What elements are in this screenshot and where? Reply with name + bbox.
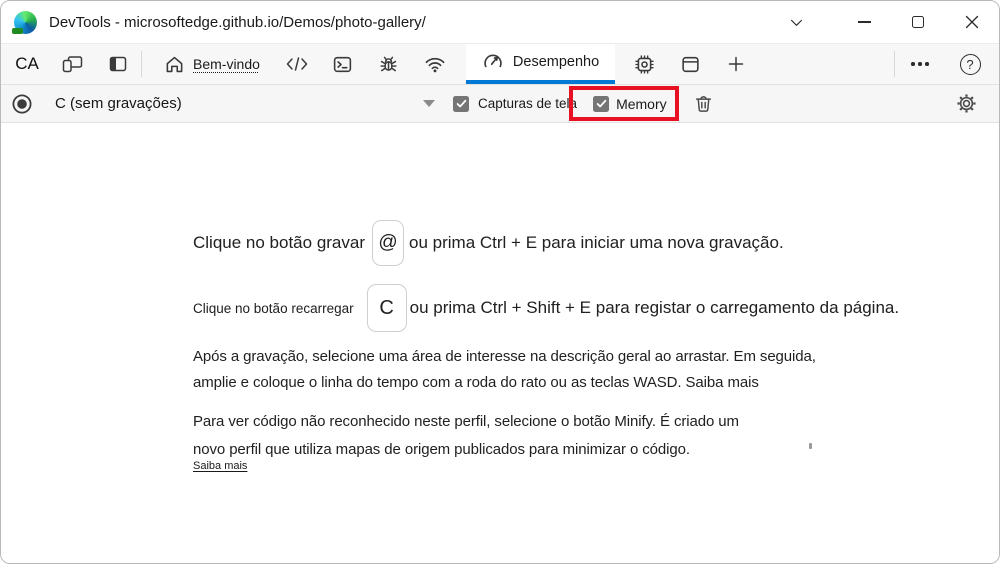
tab-debugger[interactable] [366,44,412,84]
record-hint-suffix: ou prima Ctrl + E para iniciar uma nova … [409,233,784,252]
maximize-button[interactable] [891,1,945,43]
application-icon [680,54,701,75]
close-button[interactable] [945,1,999,43]
edge-dev-logo [12,10,37,34]
capture-settings-button[interactable] [956,93,977,114]
add-tab-icon [726,54,746,74]
record-icon [11,93,33,115]
trash-icon [693,93,714,114]
record-button[interactable] [11,93,33,115]
performance-empty-state: Clique no botão gravar @ ou prima Ctrl +… [1,123,999,563]
screenshots-label[interactable]: Capturas de tela [478,96,577,111]
checkbox-checked-icon [595,97,608,110]
memory-label[interactable]: Memory [616,96,667,112]
console-icon [332,54,353,75]
record-button-glyph[interactable]: @ [372,220,405,266]
more-options-icon [911,62,929,66]
minimize-button[interactable] [837,1,891,43]
add-tab-button[interactable] [713,44,759,84]
memory-chip-icon [634,54,655,75]
tab-performance[interactable]: Desempenho [465,44,616,84]
devtools-toolbar: CA Bem-vindo Desempenho ? [1,43,999,85]
reload-hint-suffix: ou prima Ctrl + Shift + E para registar … [409,298,900,317]
performance-icon [482,51,504,73]
tab-welcome-label: Bem-vindo [193,56,260,72]
recordings-select[interactable]: C (sem gravações) [55,95,415,112]
minimize-icon [857,21,871,23]
close-icon [965,15,979,29]
help-icon: ? [959,53,981,75]
clear-recordings-button[interactable] [693,93,714,114]
window-title: DevTools - microsoftedge.github.io/Demos… [49,13,426,31]
stray-mark [809,443,812,449]
help-button[interactable]: ? [945,44,995,84]
dropdown-caret-icon[interactable] [423,100,435,107]
inspect-button[interactable]: CA [5,44,49,84]
tab-network[interactable] [412,44,458,84]
tab-memory[interactable] [621,44,667,84]
code-icon [284,54,310,74]
window-menu-button[interactable] [771,1,821,43]
record-hint-prefix: Clique no botão gravar [193,233,366,252]
home-icon [164,54,185,75]
network-icon [424,53,446,75]
learn-more-link[interactable]: Saiba mais [193,460,247,472]
reload-hint-line: Clique no botão recarregar C ou prima Ct… [193,284,899,332]
dock-panel-icon [108,54,128,74]
settings-gear-icon [956,93,977,114]
reload-hint-prefix: Clique no botão recarregar [193,300,354,316]
screenshots-checkbox[interactable] [453,95,469,112]
chevron-down-icon [788,14,805,31]
record-hint-line: Clique no botão gravar @ ou prima Ctrl +… [193,219,784,267]
reload-button-glyph[interactable]: C [366,284,407,332]
memory-checkbox[interactable] [593,95,610,112]
tab-application[interactable] [667,44,713,84]
device-emulation-icon [61,54,84,74]
devtools-window: DevTools - microsoftedge.github.io/Demos… [0,0,1000,564]
performance-toolbar: C (sem gravações) Capturas de tela Memor… [1,85,999,123]
tab-console[interactable] [320,44,366,84]
debug-icon [378,54,399,75]
toolbar-separator [141,51,142,77]
tab-performance-label: Desempenho [512,54,600,70]
device-emulation-button[interactable] [49,44,95,84]
titlebar: DevTools - microsoftedge.github.io/Demos… [1,1,999,43]
dock-panel-button[interactable] [95,44,141,84]
tab-sources[interactable] [274,44,320,84]
tab-welcome[interactable]: Bem-vindo [150,44,274,84]
zoom-instructions-paragraph: Após a gravação, selecione uma área de i… [193,348,816,391]
checkbox-checked-icon [455,97,468,110]
more-options-button[interactable] [895,44,945,84]
maximize-icon [912,16,924,28]
minify-instructions-paragraph: Para ver código não reconhecido neste pe… [193,413,739,458]
